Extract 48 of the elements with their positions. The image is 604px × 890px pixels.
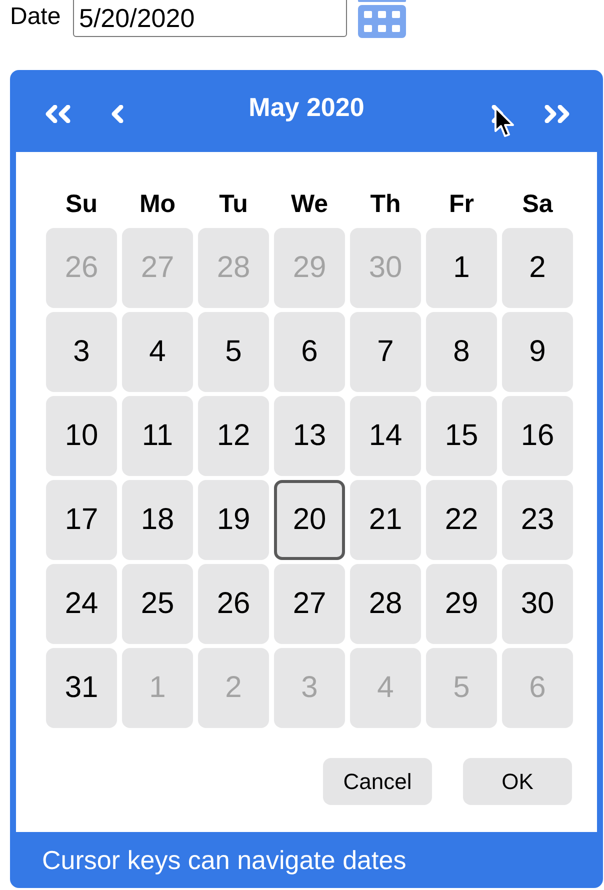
day-button[interactable]: 2 [502,228,573,308]
day-button[interactable]: 10 [46,396,117,476]
day-button[interactable]: 25 [122,564,193,644]
weekday-label: We [290,189,330,219]
day-button[interactable]: 17 [46,480,117,560]
day-button[interactable]: 26 [198,564,269,644]
weekday-label: Su [64,189,98,219]
calendar-button[interactable] [358,0,406,38]
day-button[interactable]: 12 [198,396,269,476]
day-button[interactable]: 14 [350,396,421,476]
day-button[interactable]: 7 [350,312,421,392]
day-button[interactable]: 22 [426,480,497,560]
day-button[interactable]: 9 [502,312,573,392]
day-button[interactable]: 3 [46,312,117,392]
dialog-button[interactable]: OK [463,758,572,805]
date-input-field[interactable]: 5/20/2020 [73,0,347,37]
day-button[interactable]: 13 [274,396,345,476]
day-button[interactable]: 23 [502,480,573,560]
day-button[interactable]: 15 [426,396,497,476]
day-button[interactable]: 29 [426,564,497,644]
day-button[interactable]: 5 [198,312,269,392]
weekday-label: Th [369,189,402,219]
chevron-left-icon [110,105,125,123]
dialog-button[interactable]: Cancel [323,758,432,805]
weekday-label: Sa [521,189,554,219]
day-button[interactable]: 1 [426,228,497,308]
date-label: Date [10,2,62,32]
day-button[interactable]: 31 [46,648,117,728]
day-button[interactable]: 11 [122,396,193,476]
day-button[interactable]: 21 [350,480,421,560]
double-chevron-left-icon [43,105,73,123]
weekday-label: Fr [448,189,475,219]
day-button[interactable]: 19 [198,480,269,560]
double-chevron-right-icon [542,105,572,123]
day-button[interactable]: 27 [274,564,345,644]
day-button[interactable]: 8 [426,312,497,392]
day-button[interactable]: 16 [502,396,573,476]
day-button[interactable]: 6 [274,312,345,392]
day-button[interactable]: 20 [274,480,345,560]
weekday-label: Tu [218,189,249,219]
hint-text: Cursor keys can navigate dates [42,845,406,875]
day-button[interactable]: 18 [122,480,193,560]
weekday-label: Mo [138,189,177,219]
month-title: May 2020 [248,92,364,124]
day-button[interactable]: 24 [46,564,117,644]
day-button[interactable]: 4 [122,312,193,392]
day-button[interactable]: 30 [502,564,573,644]
day-button[interactable]: 28 [350,564,421,644]
